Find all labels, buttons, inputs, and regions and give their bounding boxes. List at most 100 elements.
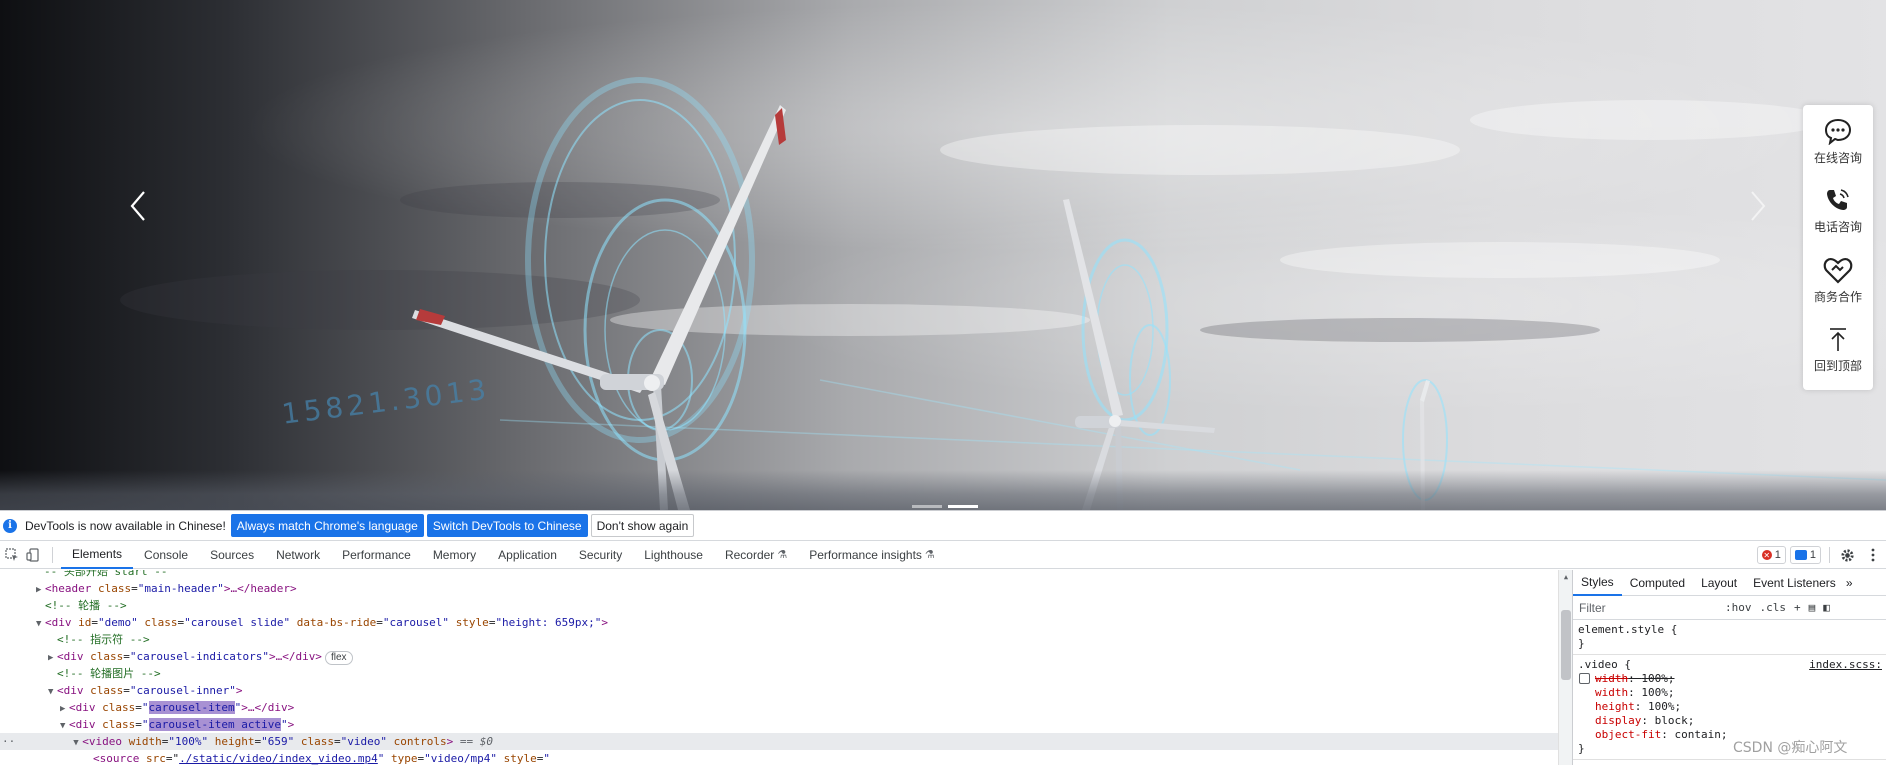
- property-checkbox[interactable]: [1579, 673, 1590, 684]
- styles-filter-input[interactable]: [1575, 597, 1721, 618]
- tab-elements[interactable]: Elements: [61, 541, 134, 569]
- message-count-badge[interactable]: 1: [1789, 546, 1821, 564]
- search-highlight: carousel-item active: [148, 718, 281, 731]
- style-property[interactable]: display: block;: [1578, 714, 1881, 728]
- more-options-icon[interactable]: [1860, 541, 1886, 569]
- scroll-up-arrow-icon[interactable]: ▲: [1559, 570, 1572, 584]
- class-toggle[interactable]: .cls: [1760, 601, 1787, 614]
- side-tool-label: 电话咨询: [1813, 220, 1862, 235]
- dom-attr-name: class: [90, 650, 124, 663]
- divider: [52, 546, 53, 563]
- dom-attr-value: "carousel-inner": [129, 684, 236, 697]
- flex-badge[interactable]: flex: [324, 651, 353, 665]
- dom-line-comment-carousel[interactable]: <!-- 轮播 -->: [0, 597, 1572, 614]
- dom-attr-name: height: [214, 735, 255, 748]
- carousel-prev-button[interactable]: [122, 186, 158, 226]
- dom-line-video-selected[interactable]: ·· ▼ <video width="100%" height="659" clas…: [0, 733, 1572, 750]
- dom-line-demo[interactable]: ▼ <div id="demo" class="carousel slide" d…: [0, 614, 1572, 631]
- settings-gear-icon[interactable]: [1834, 541, 1860, 569]
- dom-tag: >…</header>: [223, 582, 297, 595]
- style-property[interactable]: width: 100%;: [1578, 672, 1881, 686]
- tab-network[interactable]: Network: [265, 541, 331, 569]
- dom-line-comment-indicators[interactable]: <!-- 指示符 -->: [0, 631, 1572, 648]
- dom-line-comment-images[interactable]: <!-- 轮播图片 -->: [0, 665, 1572, 682]
- dom-attr-name: controls: [393, 735, 447, 748]
- dom-attr-value: "659": [261, 735, 295, 748]
- styles-tabbar: Styles Computed Layout Event Listeners »: [1573, 570, 1886, 596]
- error-count-badge[interactable]: ✕ 1: [1756, 546, 1786, 564]
- dom-attr-name: width: [128, 735, 162, 748]
- stylesheet-source-link[interactable]: index.scss:: [1809, 658, 1882, 671]
- chevron-left-icon: [130, 191, 145, 221]
- property-name: height: [1595, 700, 1635, 713]
- dom-line-indicators[interactable]: ▶ <div class="carousel-indicators">…</div…: [0, 648, 1572, 665]
- phone-consult-button[interactable]: 电话咨询: [1803, 182, 1873, 251]
- device-toolbar-icon[interactable]: [24, 546, 42, 564]
- back-to-top-button[interactable]: 回到顶部: [1803, 321, 1873, 390]
- error-icon: ✕: [1761, 550, 1772, 560]
- dom-line[interactable]: -- 头部开始 start --: [0, 570, 1572, 580]
- tab-lighthouse[interactable]: Lighthouse: [633, 541, 714, 569]
- styles-sidebar: Styles Computed Layout Event Listeners »…: [1572, 570, 1886, 765]
- dont-show-again-button[interactable]: Don't show again: [590, 514, 695, 537]
- tab-styles[interactable]: Styles: [1573, 570, 1622, 596]
- scroll-thumb[interactable]: [1561, 610, 1571, 680]
- property-value: contain;: [1674, 728, 1728, 741]
- tab-layout[interactable]: Layout: [1693, 570, 1745, 596]
- dom-line-carousel-item-active[interactable]: ▼ <div class="carousel-item active">: [0, 716, 1572, 733]
- tab-event-listeners[interactable]: Event Listeners: [1745, 570, 1844, 596]
- switch-to-chinese-button[interactable]: Switch DevTools to Chinese: [426, 514, 588, 537]
- carousel-indicator-active[interactable]: [948, 505, 978, 508]
- dom-quote: ": [141, 701, 149, 714]
- more-tabs-icon[interactable]: »: [1844, 570, 1855, 596]
- dom-tag: <div: [69, 701, 96, 714]
- dom-line-carousel-item[interactable]: ▶ <div class="carousel-item">…</div>: [0, 699, 1572, 716]
- tab-recorder-label: Recorder: [724, 547, 775, 562]
- dom-attr-value: ": [543, 752, 551, 765]
- dom-attr-name: class: [300, 735, 334, 748]
- hover-state-toggle[interactable]: :hov: [1725, 601, 1752, 614]
- dom-attr-value: "carousel": [382, 616, 450, 629]
- tab-computed[interactable]: Computed: [1622, 570, 1693, 596]
- carousel-next-button[interactable]: [1738, 186, 1774, 226]
- experiment-flask-icon: ⚗: [777, 549, 788, 561]
- tab-security[interactable]: Security: [568, 541, 633, 569]
- tab-performance-insights[interactable]: Performance insights ⚗: [798, 541, 946, 569]
- always-match-language-button[interactable]: Always match Chrome's language: [230, 514, 424, 537]
- dom-attr-value: "video": [340, 735, 387, 748]
- new-rule-plus-icon[interactable]: +: [1794, 601, 1801, 614]
- dom-attr-value: "100%": [168, 735, 209, 748]
- style-property[interactable]: width: 100%;: [1578, 686, 1881, 700]
- elements-scrollbar[interactable]: ▲: [1558, 570, 1572, 765]
- arrow-up-icon: [1830, 327, 1846, 351]
- carousel-indicator[interactable]: [912, 505, 942, 508]
- dom-attr-name: class: [102, 701, 136, 714]
- source-url-link[interactable]: ./static/video/index_video.mp4: [179, 752, 378, 765]
- tab-console[interactable]: Console: [133, 541, 199, 569]
- dom-tag: >: [601, 616, 609, 629]
- style-property[interactable]: height: 100%;: [1578, 700, 1881, 714]
- tab-sources[interactable]: Sources: [199, 541, 265, 569]
- tab-performance[interactable]: Performance: [331, 541, 422, 569]
- ellipsis-gutter-icon[interactable]: ··: [0, 735, 15, 748]
- dom-line-header[interactable]: ▶ <header class="main-header">…</header>: [0, 580, 1572, 597]
- carousel-indicators: [912, 505, 978, 508]
- tab-memory[interactable]: Memory: [422, 541, 487, 569]
- floating-side-toolbar: 在线咨询 电话咨询 商务合作 回到顶部: [1803, 105, 1873, 390]
- online-consult-button[interactable]: 在线咨询: [1803, 113, 1873, 182]
- chat-bubble-icon: [1824, 118, 1852, 145]
- paint-roller-icon[interactable]: ▤: [1809, 601, 1816, 614]
- property-value: 100%;: [1641, 686, 1675, 699]
- tab-application[interactable]: Application: [487, 541, 568, 569]
- styles-filter-row: :hov .cls + ▤ ◧: [1573, 596, 1886, 620]
- tab-recorder[interactable]: Recorder ⚗: [714, 541, 798, 569]
- toggle-sidebar-icon[interactable]: ◧: [1823, 601, 1830, 614]
- dom-quote: ": [141, 718, 149, 731]
- inspect-element-icon[interactable]: [3, 546, 21, 564]
- business-cooperation-button[interactable]: 商务合作: [1803, 252, 1873, 321]
- dom-line-source[interactable]: <source src="./static/video/index_video.…: [0, 750, 1572, 765]
- dom-attr-name: data-bs-ride: [296, 616, 377, 629]
- rule-selector[interactable]: element.style {: [1578, 623, 1881, 637]
- csdn-watermark: CSDN @痴心阿文: [1733, 740, 1848, 756]
- dom-line-carousel-inner[interactable]: ▼ <div class="carousel-inner">: [0, 682, 1572, 699]
